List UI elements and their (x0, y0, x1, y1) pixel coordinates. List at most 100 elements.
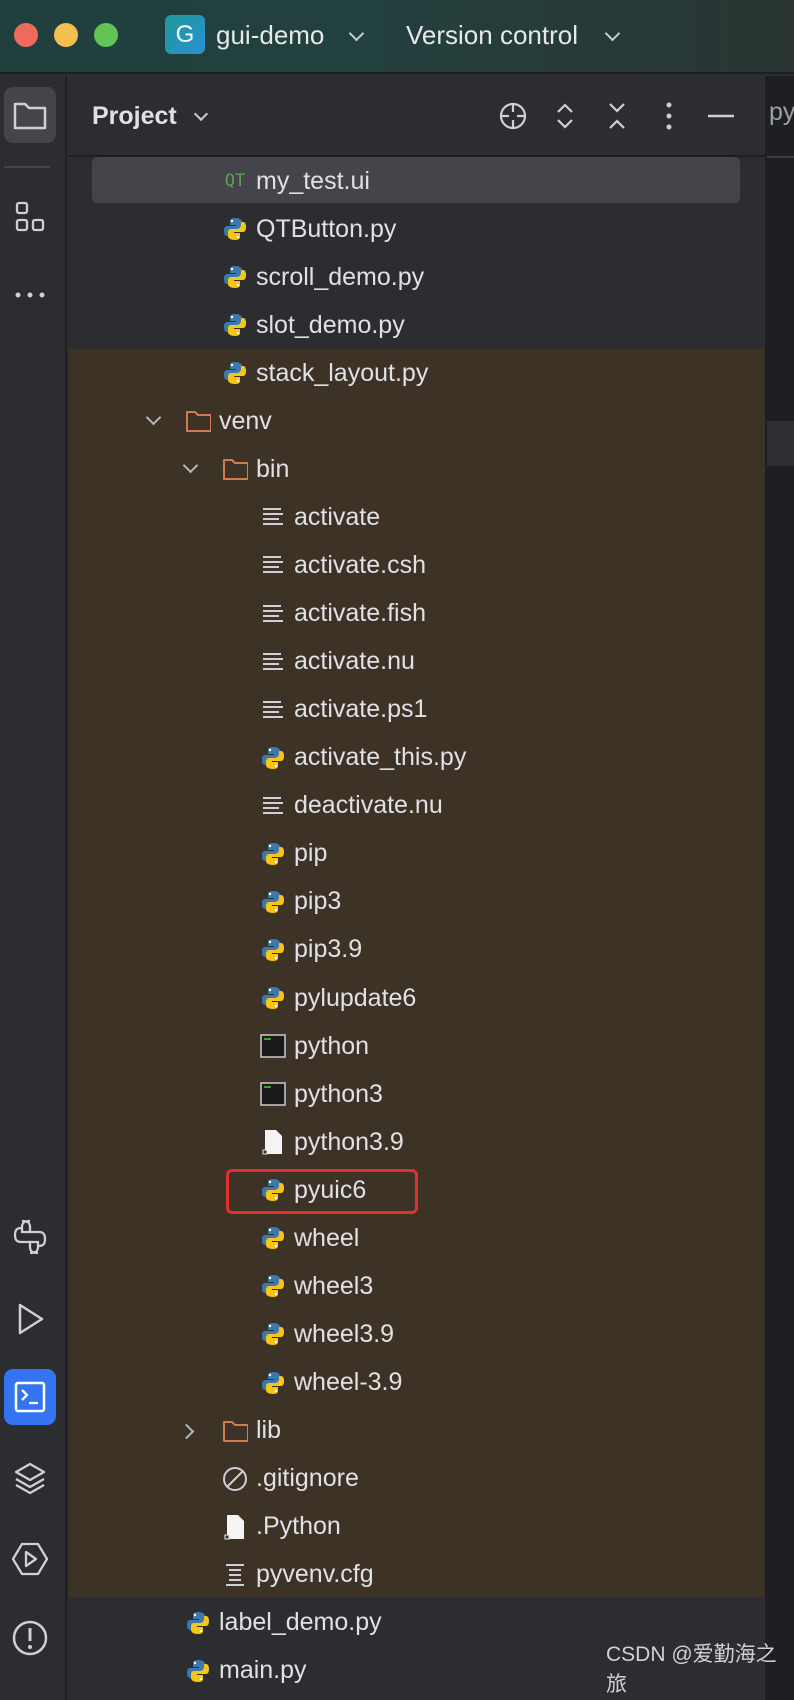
collapse-all-button[interactable] (599, 98, 635, 134)
more-horizontal-icon (15, 292, 45, 298)
text-file-icon (260, 793, 286, 819)
editor-tab-fragment[interactable]: py (769, 98, 794, 127)
panel-title-dropdown[interactable]: Project (92, 102, 177, 131)
tree-item[interactable]: stack_layout.py (222, 349, 428, 397)
panel-header: Project (69, 76, 765, 157)
layers-button[interactable] (4, 1450, 56, 1506)
tree-item[interactable]: QTButton.py (222, 205, 396, 253)
tree-item-label: pip3 (294, 887, 342, 916)
tree-item-label: activate.nu (294, 647, 415, 676)
terminal-button[interactable] (4, 1369, 56, 1425)
python-file-icon (222, 264, 248, 290)
minimize-window-button[interactable] (54, 23, 78, 47)
tree-item[interactable]: wheel (260, 1214, 359, 1262)
tree-item-label: activate (294, 502, 381, 531)
gitignore-icon (222, 1466, 248, 1492)
chevron-down-icon (348, 25, 365, 42)
tree-item-label: activate.csh (294, 550, 427, 579)
locate-icon (499, 102, 527, 130)
folder-icon (222, 456, 248, 482)
tree-item[interactable]: pyvenv.cfg (222, 1551, 374, 1599)
python-console-button[interactable] (4, 1209, 56, 1265)
python-file-icon (222, 312, 248, 338)
python-file-icon (260, 745, 286, 771)
folder-icon (222, 1418, 248, 1444)
tree-item[interactable]: activate_this.py (260, 734, 466, 782)
tree-item[interactable]: wheel3.9 (260, 1310, 394, 1358)
executable-icon (260, 1033, 286, 1059)
tree-item-label: label_demo.py (219, 1608, 382, 1637)
version-control-dropdown[interactable]: Version control (406, 20, 578, 51)
tree-item-label: lib (256, 1416, 282, 1445)
tree-item-label: scroll_demo.py (256, 262, 425, 291)
tree-item[interactable]: .gitignore (222, 1455, 359, 1503)
close-window-button[interactable] (14, 23, 38, 47)
python-file-icon (260, 1370, 286, 1396)
python-file-icon (185, 1658, 211, 1684)
text-file-icon (260, 697, 286, 723)
tree-item[interactable]: activate.csh (260, 541, 426, 589)
tree-item[interactable]: activate.ps1 (260, 686, 427, 734)
tree-item-label: pip3.9 (294, 935, 363, 964)
zoom-window-button[interactable] (94, 23, 118, 47)
minimize-icon (708, 114, 734, 118)
python-file-icon (260, 937, 286, 963)
python-file-icon (222, 216, 248, 242)
tree-item-label: activate.ps1 (294, 695, 428, 724)
tree-item[interactable]: activate.nu (260, 638, 415, 686)
tree-item[interactable]: pip (260, 830, 327, 878)
tree-item[interactable]: activate.fish (260, 590, 426, 638)
tree-item[interactable]: QT my_test.ui (222, 157, 370, 205)
tree-item-label: python3.9 (294, 1127, 404, 1156)
tree-item[interactable]: .Python (222, 1503, 341, 1551)
tree-item-label: python3 (294, 1079, 383, 1108)
tree-item[interactable]: venv (185, 397, 272, 445)
tree-item-label: activate_this.py (294, 743, 467, 772)
tree-item[interactable]: label_demo.py (185, 1599, 382, 1647)
tree-item[interactable]: main.py (185, 1647, 307, 1695)
services-button[interactable] (4, 1531, 56, 1587)
problems-button[interactable] (4, 1610, 56, 1666)
tree-item[interactable]: activate (260, 493, 380, 541)
structure-tool-button[interactable] (4, 189, 56, 245)
editor-current-line (767, 421, 794, 466)
python-file-icon (185, 1610, 211, 1636)
project-name-dropdown[interactable]: gui-demo (216, 20, 324, 51)
left-toolbar (0, 76, 67, 1700)
tree-item[interactable]: slot_demo.py (222, 301, 405, 349)
project-badge[interactable]: G (165, 15, 205, 54)
tree-item[interactable]: wheel-3.9 (260, 1359, 402, 1407)
tree-item-label: bin (256, 454, 290, 483)
tree-item[interactable]: bin (222, 445, 289, 493)
hide-panel-button[interactable] (703, 98, 739, 134)
excluded-folder-background (69, 349, 765, 1597)
tree-item-label: python (294, 1031, 370, 1060)
tree-item[interactable]: python (260, 1022, 369, 1070)
tree-item-label: my_test.ui (256, 166, 370, 195)
tree-item-label: wheel (294, 1223, 360, 1252)
tree-item[interactable]: wheel3 (260, 1262, 373, 1310)
text-file-icon (260, 649, 286, 675)
annotation-highlight-box (226, 1169, 418, 1214)
project-tool-button[interactable] (4, 87, 56, 143)
locate-button[interactable] (495, 98, 531, 134)
expand-all-button[interactable] (547, 98, 583, 134)
run-icon (18, 1303, 44, 1335)
run-button[interactable] (4, 1291, 56, 1347)
tree-item[interactable]: lib (222, 1407, 281, 1455)
tree-item-label: .Python (256, 1512, 341, 1541)
more-tools-button[interactable] (4, 267, 56, 323)
tree-item[interactable]: scroll_demo.py (222, 253, 424, 301)
python-file-icon (260, 889, 286, 915)
tree-item-label: pylupdate6 (294, 983, 417, 1012)
tree-item[interactable]: python3.9 (260, 1118, 404, 1166)
tree-item[interactable]: pip3.9 (260, 926, 362, 974)
folder-icon (185, 408, 211, 434)
tree-item[interactable]: python3 (260, 1070, 383, 1118)
tree-item[interactable]: pylupdate6 (260, 974, 416, 1022)
text-file-icon (260, 601, 286, 627)
tree-item[interactable]: pip3 (260, 878, 341, 926)
options-button[interactable] (651, 98, 687, 134)
config-file-icon (222, 1562, 248, 1588)
tree-item[interactable]: deactivate.nu (260, 782, 443, 830)
